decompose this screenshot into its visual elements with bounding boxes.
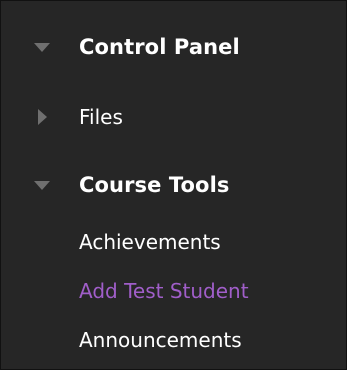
collapse-triangle-down-icon[interactable]: [33, 176, 51, 194]
course-tool-link-add-test-student[interactable]: Add Test Student: [79, 279, 249, 303]
expand-triangle-right-icon[interactable]: [33, 108, 51, 126]
course-tools-label: Course Tools: [79, 173, 230, 197]
files-label: Files: [79, 105, 123, 129]
collapse-triangle-down-icon[interactable]: [33, 38, 51, 56]
course-tool-link-announcements[interactable]: Announcements: [79, 328, 242, 352]
control-panel-menu: Control Panel Files Course Tools Achieve…: [0, 0, 347, 370]
control-panel-header[interactable]: Control Panel: [1, 27, 346, 67]
files-item[interactable]: Files: [1, 97, 346, 137]
control-panel-label: Control Panel: [79, 35, 240, 59]
course-tools-header[interactable]: Course Tools: [1, 165, 346, 205]
course-tool-link-achievements[interactable]: Achievements: [79, 230, 221, 254]
